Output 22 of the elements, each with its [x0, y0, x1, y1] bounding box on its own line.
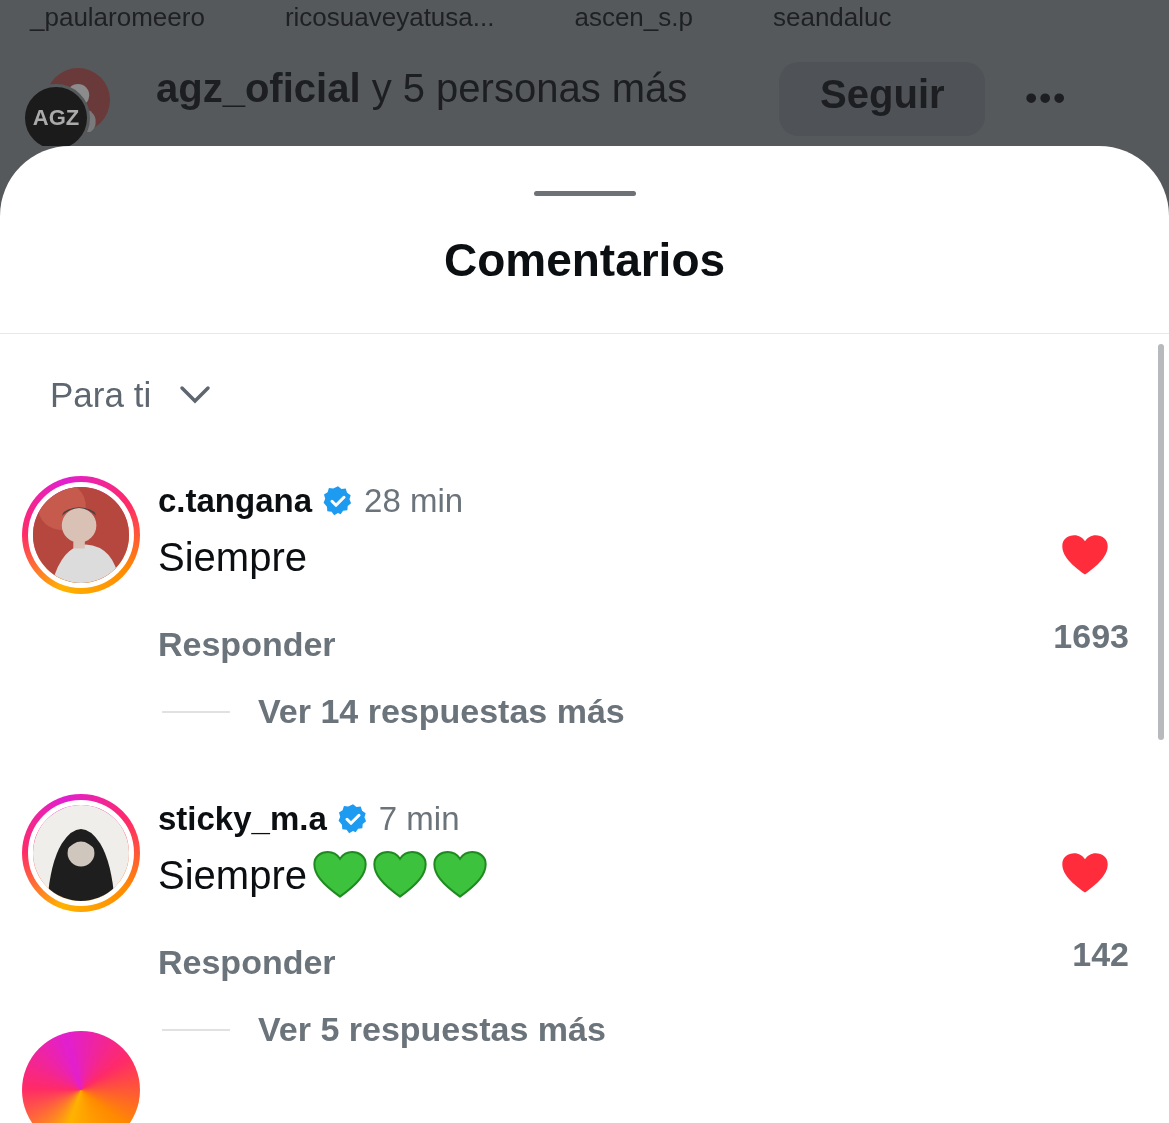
like-count: 1693 [1053, 617, 1129, 656]
timestamp: 7 min [378, 800, 460, 838]
heart-emoji-icon [432, 850, 487, 900]
like-count: 142 [1072, 935, 1129, 974]
view-replies-link[interactable]: Ver 5 respuestas más [258, 1010, 606, 1049]
reply-link[interactable]: Responder [158, 625, 336, 664]
chevron-down-icon[interactable] [179, 385, 212, 405]
scrollbar[interactable] [1158, 344, 1164, 740]
sort-dropdown[interactable]: Para ti [50, 375, 152, 415]
view-replies-link[interactable]: Ver 14 respuestas más [258, 692, 625, 731]
heart-emoji-icon [372, 850, 427, 900]
username[interactable]: sticky_m.a [158, 800, 327, 838]
like-heart-icon[interactable] [1061, 852, 1109, 895]
like-heart-icon[interactable] [1061, 534, 1109, 577]
reply-link[interactable]: Responder [158, 943, 336, 982]
drag-handle[interactable] [533, 191, 636, 196]
comment-text: Siempre [158, 852, 307, 898]
sheet-title: Comentarios [443, 233, 726, 288]
comment-text: Siempre [158, 534, 307, 580]
timestamp: 28 min [364, 482, 464, 520]
heart-emoji-icon [312, 850, 367, 900]
username[interactable]: c.tangana [158, 482, 313, 520]
